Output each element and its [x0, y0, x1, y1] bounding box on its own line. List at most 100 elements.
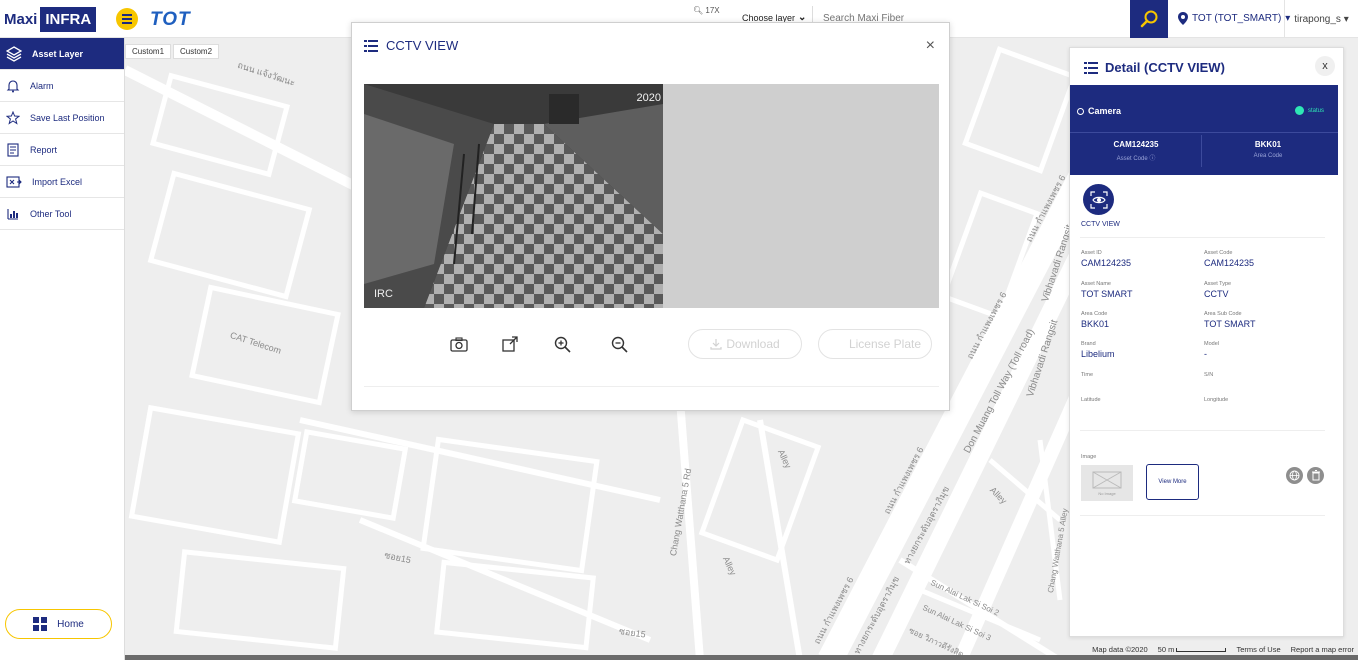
brand-logo[interactable]: Maxi INFRA	[4, 6, 97, 32]
field-brand: Brand Libelium	[1081, 341, 1115, 359]
video-area: 2020 IRC	[364, 84, 939, 308]
status-dot-icon	[1294, 106, 1304, 115]
camera-feed[interactable]: 2020 IRC	[364, 84, 663, 308]
feed-camera-label: IRC	[374, 288, 393, 300]
zoom-indicator: 🔍︎ 17X	[693, 6, 720, 15]
layers-icon	[6, 45, 22, 62]
zoom-out-button[interactable]	[608, 333, 630, 355]
map-scale: 50 m	[1158, 645, 1227, 654]
field-area-code: Area Code BKK01	[1081, 311, 1110, 329]
field-latitude: Latitude	[1081, 397, 1101, 403]
camera-icon	[450, 336, 468, 352]
cctv-title: CCTV VIEW	[386, 38, 459, 53]
sidebar-item-report[interactable]: Report	[0, 134, 124, 166]
bell-icon	[6, 79, 20, 92]
location-pin-icon	[1178, 12, 1188, 25]
report-map-error-link[interactable]: Report a map error	[1291, 645, 1354, 654]
cctv-toolbar: Download License Plate	[352, 329, 949, 365]
detail-header: Detail (CCTV VIEW)	[1084, 60, 1225, 75]
divider	[1080, 237, 1325, 238]
list-icon	[364, 39, 378, 52]
image-placeholder-icon	[1092, 471, 1122, 488]
tab-custom2[interactable]: Custom2	[173, 44, 220, 59]
image-label: Image	[1081, 454, 1097, 460]
sidebar-item-asset-layer[interactable]: Asset Layer	[0, 38, 124, 70]
search-button[interactable]	[1130, 0, 1168, 38]
bottom-strip	[0, 655, 1358, 660]
radio-icon	[1077, 107, 1084, 115]
brand-infra: INFRA	[40, 6, 97, 32]
terms-link[interactable]: Terms of Use	[1236, 645, 1280, 654]
map-footer: Map data ©2020 50 m Terms of Use Report …	[1092, 645, 1354, 654]
brand-maxi: Maxi	[4, 10, 38, 28]
excel-icon	[6, 175, 22, 188]
sidebar-item-save-last-position[interactable]: Save Last Position	[0, 102, 124, 134]
expand-icon	[502, 336, 518, 352]
image-thumbnail[interactable]: No Image	[1081, 465, 1133, 501]
sidebar-item-other-tool[interactable]: Other Tool	[0, 198, 124, 230]
divider	[1080, 515, 1325, 516]
map-data-credit: Map data ©2020	[1092, 645, 1148, 654]
field-serial-number: S/N	[1204, 372, 1214, 378]
field-area-sub-code: Area Sub Code TOT SMART	[1204, 311, 1256, 329]
field-asset-code: Asset Code CAM124235	[1204, 250, 1255, 268]
org-select[interactable]: TOT (TOT_SMART) ▾	[1178, 12, 1290, 25]
field-asset-id: Asset ID CAM124235	[1081, 250, 1132, 268]
camera-feed-image	[364, 84, 663, 308]
fullscreen-button[interactable]	[499, 333, 521, 355]
tot-logo: TOT	[150, 9, 191, 30]
field-model: Model -	[1204, 341, 1219, 359]
zoom-icon: 🔍︎	[693, 6, 704, 15]
list-icon	[1084, 61, 1098, 74]
pin-star-icon	[6, 110, 20, 125]
grid-icon	[33, 617, 48, 631]
globe-icon	[1289, 470, 1300, 481]
cctv-view-label: CCTV VIEW	[1081, 221, 1120, 228]
tool-icon	[7, 208, 18, 220]
field-asset-type: Asset Type CCTV	[1204, 281, 1232, 299]
sidebar: Asset Layer Alarm Save Last Position Rep…	[0, 38, 125, 660]
eye-icon	[1089, 190, 1108, 209]
field-time: Time	[1081, 372, 1094, 378]
feed-timestamp: 2020	[636, 92, 661, 104]
download-icon	[710, 339, 722, 350]
detail-panel: Detail (CCTV VIEW) x Camera status CAM12…	[1069, 47, 1344, 637]
report-icon	[7, 142, 19, 157]
detail-title: Detail (CCTV VIEW)	[1105, 60, 1225, 75]
cctv-view-modal: CCTV VIEW × 2020 IRC Download License Pl…	[351, 22, 950, 411]
download-button[interactable]: Download	[688, 329, 802, 359]
search-icon	[1140, 10, 1158, 28]
trash-icon	[1311, 470, 1320, 481]
zoom-in-icon	[554, 336, 571, 353]
menu-toggle-button[interactable]	[116, 8, 138, 30]
view-more-button[interactable]: View More	[1146, 464, 1199, 500]
field-asset-name: Asset Name TOT SMART	[1081, 281, 1133, 299]
area-code-summary: BKK01 Area Code	[1253, 140, 1283, 159]
close-button[interactable]: x	[1315, 56, 1335, 76]
globe-button[interactable]	[1286, 467, 1303, 484]
zoom-out-icon	[611, 336, 628, 353]
copy-icon[interactable]: ⓘ	[1149, 156, 1155, 162]
caret-down-icon: ▾	[1343, 13, 1349, 25]
close-button[interactable]: ×	[926, 37, 935, 55]
delete-button[interactable]	[1307, 467, 1324, 484]
license-plate-button[interactable]: License Plate	[818, 329, 932, 359]
custom-tabs: Custom1 Custom2	[125, 44, 221, 59]
camera-type: Camera	[1077, 106, 1121, 116]
snapshot-button[interactable]	[448, 333, 470, 355]
asset-code-summary: CAM124235 Asset Code ⓘ	[1113, 140, 1159, 162]
user-menu[interactable]: tirapong_s ▾	[1284, 0, 1358, 38]
cctv-header: CCTV VIEW	[364, 38, 458, 53]
divider	[364, 386, 939, 387]
tab-custom1[interactable]: Custom1	[125, 44, 172, 59]
zoom-in-button[interactable]	[551, 333, 573, 355]
cctv-view-button[interactable]	[1083, 184, 1114, 215]
divider	[1070, 132, 1338, 133]
field-longitude: Longitude	[1204, 397, 1229, 403]
divider	[1080, 430, 1325, 431]
home-button[interactable]: Home	[5, 609, 112, 639]
camera-card: Camera status CAM124235 Asset Code ⓘ BKK…	[1070, 85, 1338, 175]
sidebar-item-import-excel[interactable]: Import Excel	[0, 166, 124, 198]
sidebar-item-alarm[interactable]: Alarm	[0, 70, 124, 102]
status-badge: status	[1294, 106, 1324, 115]
